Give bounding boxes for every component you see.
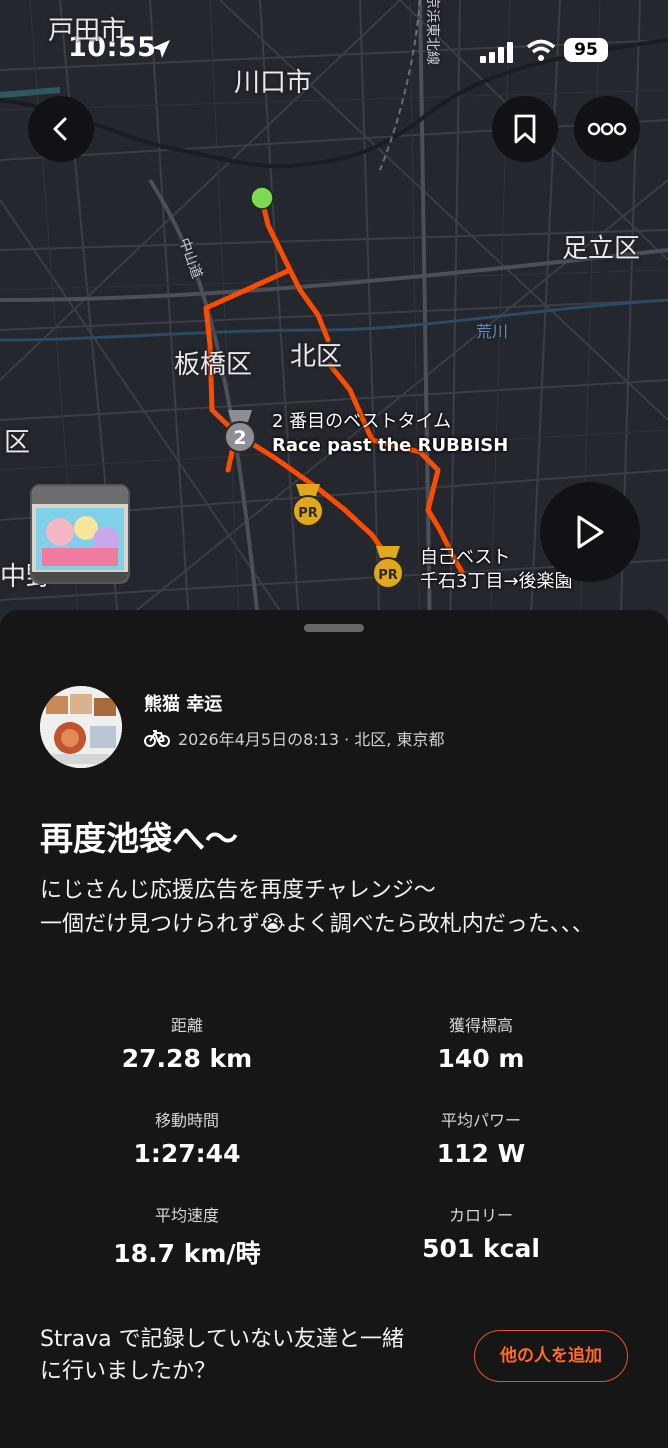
stat-calories: カロリー 501 kcal bbox=[334, 1202, 628, 1263]
signal-icon bbox=[480, 42, 516, 68]
stats-grid: 距離 27.28 km 獲得標高 140 m 移動時間 1:27:44 平均パワ… bbox=[40, 1012, 628, 1268]
more-options-button[interactable] bbox=[574, 96, 640, 162]
stat-avg-speed: 平均速度 18.7 km/時 bbox=[40, 1202, 334, 1270]
stat-avg-power: 平均パワー 112 W bbox=[334, 1107, 628, 1168]
add-others-button[interactable]: 他の人を追加 bbox=[474, 1330, 628, 1382]
stat-label: 平均パワー bbox=[440, 1111, 521, 1130]
stat-elevation: 獲得標高 140 m bbox=[334, 1012, 628, 1073]
segment-name: Race past the RUBBISH bbox=[272, 435, 509, 456]
stat-moving-time: 移動時間 1:27:44 bbox=[40, 1107, 334, 1168]
activity-description: にじさんじ応援広告を再度チャレンジ〜 一個だけ見つけられず😭よく調べたら改札内だ… bbox=[40, 878, 594, 937]
stat-label: 距離 bbox=[170, 1016, 203, 1035]
play-icon bbox=[577, 515, 604, 549]
activity-date-location: 2026年4月5日の8:13 · 北区, 東京都 bbox=[178, 730, 445, 749]
map-label-kita: 北区 bbox=[290, 342, 343, 372]
chevron-left-icon bbox=[53, 117, 67, 141]
athlete-name[interactable]: 熊猫 幸运 bbox=[144, 690, 222, 716]
map-label-itabashi: 板橋区 bbox=[174, 350, 253, 380]
route-map[interactable]: 10:55 95 戸田市 川口市 足立区 板橋区 北区 区 中野 中山道 荒川 … bbox=[0, 0, 668, 640]
map-label-adachi: 足立区 bbox=[562, 234, 641, 264]
medal-number: 2 bbox=[233, 427, 246, 449]
stat-value: 1:27:44 bbox=[133, 1139, 241, 1168]
wifi-icon bbox=[526, 38, 556, 66]
map-label-arakawa: 荒川 bbox=[476, 322, 509, 341]
activity-title: 再度池袋へ〜 bbox=[40, 819, 238, 858]
stat-label: 獲得標高 bbox=[448, 1016, 513, 1035]
bookmark-icon bbox=[514, 114, 536, 144]
bike-icon bbox=[144, 730, 170, 747]
pr-medal-icon[interactable]: PR bbox=[370, 546, 406, 594]
pr-medal-icon[interactable]: PR bbox=[290, 484, 326, 532]
stat-value: 501 kcal bbox=[422, 1234, 540, 1263]
map-label-kawaguchi: 川口市 bbox=[234, 68, 313, 98]
segment-name: 千石3丁目→後楽園 bbox=[420, 571, 573, 592]
avatar[interactable] bbox=[40, 686, 122, 768]
location-arrow-icon bbox=[150, 38, 172, 64]
segment-rank: 2 番目のベストタイム bbox=[272, 411, 452, 432]
more-icon bbox=[587, 122, 627, 136]
stat-value: 27.28 km bbox=[121, 1044, 253, 1073]
pr-text: PR bbox=[298, 506, 318, 521]
stat-value: 112 W bbox=[436, 1139, 526, 1168]
map-label-ku: 区 bbox=[4, 428, 31, 458]
stat-label: カロリー bbox=[448, 1206, 513, 1225]
battery-indicator: 95 bbox=[564, 38, 608, 62]
segment-label: 2 番目のベストタイム Race past the RUBBISH bbox=[272, 410, 508, 458]
stat-distance: 距離 27.28 km bbox=[40, 1012, 334, 1073]
bookmark-button[interactable] bbox=[492, 96, 558, 162]
pr-text: PR bbox=[378, 568, 398, 583]
silver-medal-icon[interactable]: 2 bbox=[222, 410, 258, 458]
photo-thumbnail[interactable] bbox=[30, 484, 130, 584]
stat-label: 平均速度 bbox=[154, 1206, 219, 1225]
stat-value: 140 m bbox=[437, 1044, 525, 1073]
stat-value: 18.7 km/時 bbox=[113, 1239, 261, 1268]
map-label-rail: 京浜東北線 bbox=[424, 0, 440, 65]
back-button[interactable] bbox=[28, 96, 94, 162]
activity-meta: 2026年4月5日の8:13 · 北区, 東京都 bbox=[144, 726, 444, 750]
invite-prompt: Strava で記録していない友達と一緒 に行いましたか？ bbox=[40, 1327, 404, 1384]
sheet-handle[interactable] bbox=[304, 624, 364, 632]
map-label-toda: 戸田市 bbox=[48, 16, 127, 46]
play-flyover-button[interactable] bbox=[540, 482, 640, 582]
activity-sheet[interactable]: 熊猫 幸运 2026年4月5日の8:13 · 北区, 東京都 再度池袋へ〜 にじ… bbox=[0, 610, 668, 1448]
stat-label: 移動時間 bbox=[154, 1111, 219, 1130]
